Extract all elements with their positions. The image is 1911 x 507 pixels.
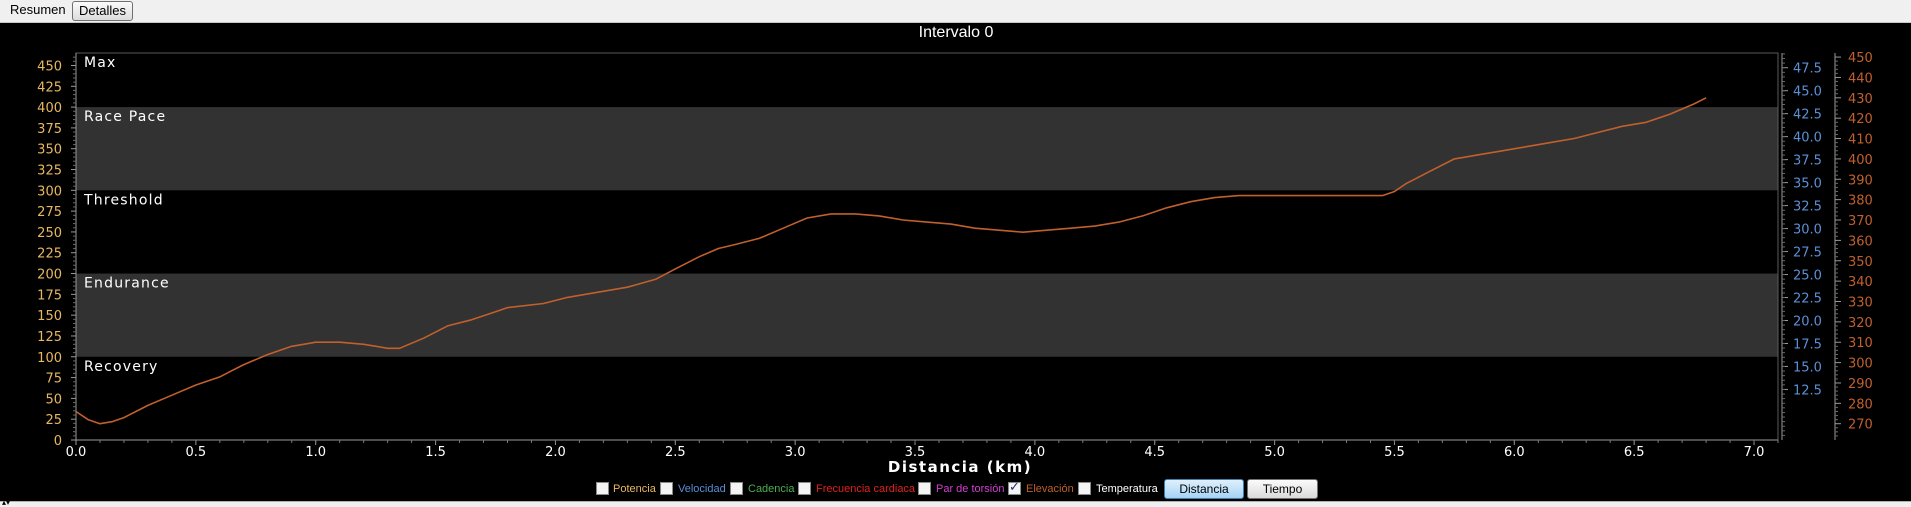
bottom-strip [0,501,1911,507]
zone-label: Race Pace [84,109,166,125]
elevation-tick-label: 380 [1848,194,1873,209]
left-tick-label: 250 [37,226,62,241]
left-tick-label: 425 [37,80,62,95]
elevation-tick-label: 370 [1848,214,1873,229]
x-tick-label: 5.0 [1264,445,1285,460]
distance-axis-button[interactable]: Distancia [1164,479,1244,499]
zone-label: Recovery [84,359,159,375]
legend-label-par-de-torsion: Par de torsión [936,483,1005,495]
elevation-tick-label: 420 [1848,112,1873,127]
elevation-tick-label: 320 [1848,316,1873,331]
x-tick-label: 1.5 [425,445,446,460]
left-tick-label: 375 [37,122,62,137]
tab-detalles[interactable]: Detalles [72,1,133,21]
elevation-tick-label: 330 [1848,295,1873,310]
left-tick-label: 225 [37,247,62,262]
legend-label-cadencia: Cadencia [748,483,795,495]
left-tick-label: 350 [37,143,62,158]
left-tick-label: 400 [37,101,62,116]
left-tick-label: 325 [37,164,62,179]
legend-label-elevacion: Elevación [1026,483,1074,495]
elevation-tick-label: 410 [1848,133,1873,148]
velocity-tick-label: 20.0 [1793,314,1822,329]
velocity-tick-label: 17.5 [1793,337,1822,352]
legend-label-potencia: Potencia [613,483,656,495]
left-tick-label: 200 [37,268,62,283]
velocity-tick-label: 30.0 [1793,223,1822,238]
elevation-tick-label: 350 [1848,255,1873,270]
velocity-tick-label: 42.5 [1793,108,1822,123]
checkbox-temperatura[interactable] [1078,482,1091,495]
elevation-tick-label: 360 [1848,234,1873,249]
legend-label-velocidad: Velocidad [678,483,726,495]
checkbox-par-de-torsion[interactable] [918,482,931,495]
velocity-tick-label: 27.5 [1793,246,1822,261]
elevation-tick-label: 300 [1848,357,1873,372]
velocity-tick-label: 12.5 [1793,383,1822,398]
checkbox-frecuencia-cardiaca[interactable] [798,482,811,495]
chart-panel: Intervalo 0 Recovery Endurance Threshold Rac… [0,23,1911,501]
velocity-tick-label: 15.0 [1793,360,1822,375]
x-tick-label: 3.0 [785,445,806,460]
checkbox-potencia[interactable] [596,482,609,495]
elevation-tick-label: 280 [1848,397,1873,412]
left-tick-label: 0 [54,434,62,449]
x-tick-label: 1.0 [305,445,326,460]
legend-label-frecuencia-cardiaca: Frecuencia cardiaca [816,483,916,495]
velocity-tick-label: 32.5 [1793,200,1822,215]
velocity-tick-label: 22.5 [1793,292,1822,307]
velocity-tick-label: 35.0 [1793,177,1822,192]
elevation-chart: Intervalo 0 Recovery Endurance Threshold Rac… [37,24,1873,476]
zone-label: Endurance [84,276,170,292]
checkbox-cadencia[interactable] [730,482,743,495]
x-axis-label: Distancia (km) [888,458,1032,476]
chart-title: Intervalo 0 [919,24,994,41]
elevation-tick-label: 270 [1848,418,1873,433]
zone-band-race-pace [76,107,1778,191]
checkbox-elevacion[interactable] [1008,480,1021,495]
x-tick-label: 6.5 [1624,445,1645,460]
left-tick-label: 25 [45,413,62,428]
x-tick-label: 2.0 [545,445,566,460]
left-tick-label: 300 [37,184,62,199]
elevation-tick-label: 400 [1848,153,1873,168]
left-tick-label: 175 [37,288,62,303]
x-tick-label: 0.0 [66,445,87,460]
x-tick-label: 0.5 [186,445,207,460]
x-tick-label: 7.0 [1744,445,1765,460]
elevation-tick-label: 430 [1848,92,1873,107]
left-tick-label: 100 [37,351,62,366]
zone-label: Max [84,55,117,71]
left-tick-label: 75 [45,372,62,387]
x-tick-label: 4.5 [1144,445,1165,460]
series-legend: Potencia Velocidad Cadencia Frecuencia c… [0,478,1911,500]
zone-label: Threshold [83,192,164,208]
elevation-tick-label: 390 [1848,173,1873,188]
x-tick-label: 5.5 [1384,445,1405,460]
elevation-tick-label: 440 [1848,71,1873,86]
left-tick-label: 150 [37,309,62,324]
elevation-tick-label: 450 [1848,51,1873,66]
velocity-tick-label: 40.0 [1793,131,1822,146]
elevation-tick-label: 290 [1848,377,1873,392]
left-tick-label: 50 [45,392,62,407]
x-tick-label: 2.5 [665,445,686,460]
tab-bar: Resumen Detalles [0,0,1911,23]
tab-resumen[interactable]: Resumen [4,1,72,19]
velocity-tick-label: 45.0 [1793,85,1822,100]
left-tick-label: 450 [37,59,62,74]
checkbox-velocidad[interactable] [660,482,673,495]
legend-label-temperatura: Temperatura [1096,483,1158,495]
elevation-tick-label: 340 [1848,275,1873,290]
left-tick-label: 275 [37,205,62,220]
x-tick-label: 6.0 [1504,445,1525,460]
time-axis-button[interactable]: Tiempo [1247,479,1318,499]
zone-band-endurance [76,273,1778,357]
velocity-tick-label: 37.5 [1793,154,1822,169]
velocity-tick-label: 25.0 [1793,269,1822,284]
elevation-tick-label: 310 [1848,336,1873,351]
left-tick-label: 125 [37,330,62,345]
velocity-tick-label: 47.5 [1793,62,1822,77]
